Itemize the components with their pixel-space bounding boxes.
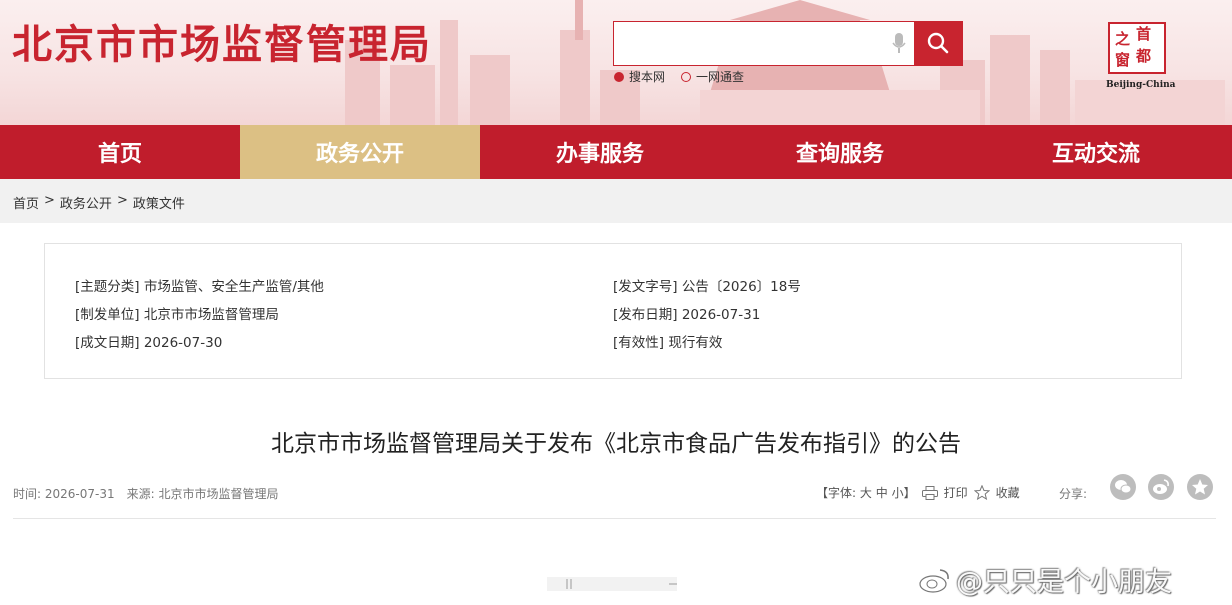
- meta-doc-number: [发文字号] 公告〔2026〕18号: [613, 279, 801, 295]
- star-icon[interactable]: [973, 485, 990, 500]
- weibo-share-icon[interactable]: [1148, 474, 1174, 500]
- logo-emblem: 之 首 都 窗: [1108, 22, 1166, 74]
- font-size-small[interactable]: 小: [892, 486, 904, 500]
- wechat-share-icon[interactable]: [1110, 474, 1136, 500]
- nav-item-government-affairs[interactable]: 政务公开: [240, 125, 480, 179]
- nav-item-home[interactable]: 首页: [0, 125, 240, 179]
- breadcrumb-separator: >: [116, 193, 128, 208]
- meta-validity: [有效性] 现行有效: [613, 335, 723, 351]
- article-tools: 【字体: 大 中 小】 打印 收藏: [816, 484, 1020, 501]
- breadcrumb-bar: 首页 > 政务公开 > 政策文件: [0, 179, 1232, 223]
- logo-char: 都: [1136, 47, 1152, 65]
- search-button[interactable]: [914, 21, 963, 66]
- search-box: [613, 21, 914, 66]
- share-label: 分享:: [1059, 487, 1088, 501]
- logo-char: 之: [1115, 30, 1131, 48]
- meta-topic: [主题分类] 市场监管、安全生产监管/其他: [75, 279, 324, 295]
- loading-indicator: [547, 577, 677, 591]
- capital-window-logo[interactable]: 之 首 都 窗 Beijing-China: [1106, 22, 1176, 94]
- radio-search-all[interactable]: 一网通查: [681, 68, 744, 85]
- logo-char: 窗: [1115, 51, 1131, 69]
- radio-unchecked-icon: [681, 71, 692, 82]
- font-size-medium[interactable]: 中: [876, 486, 888, 500]
- radio-label: 一网通查: [696, 70, 745, 84]
- search-input[interactable]: [614, 22, 884, 65]
- document-meta-box: [主题分类] 市场监管、安全生产监管/其他 [发文字号] 公告〔2026〕18号…: [44, 243, 1182, 379]
- search-scope: 搜本网 一网通查: [614, 68, 744, 85]
- nav-item-services[interactable]: 办事服务: [480, 125, 720, 179]
- weibo-watermark: @只只是个小朋友: [918, 560, 1172, 599]
- content-divider: [13, 518, 1216, 519]
- breadcrumb-policy-documents[interactable]: 政策文件: [133, 193, 185, 212]
- meta-publish-date: [发布日期] 2026-07-31: [613, 307, 761, 323]
- site-header: 北京市市场监督管理局 搜本网 一网通查 之 首 都 窗 Beijing-Chin…: [0, 0, 1232, 125]
- breadcrumb: 首页 > 政务公开 > 政策文件: [13, 193, 185, 212]
- font-size-bracket: 】: [903, 486, 916, 500]
- breadcrumb-government-affairs[interactable]: 政务公开: [60, 193, 112, 212]
- font-size-large[interactable]: 大: [860, 486, 872, 500]
- nav-item-interaction[interactable]: 互动交流: [960, 125, 1232, 179]
- breadcrumb-home[interactable]: 首页: [13, 193, 39, 212]
- qzone-share-icon[interactable]: [1187, 474, 1213, 500]
- watermark-text: @只只是个小朋友: [956, 567, 1172, 598]
- logo-subtitle: Beijing-China: [1106, 80, 1176, 90]
- logo-char: 首: [1136, 25, 1152, 43]
- meta-written-date: [成文日期] 2026-07-30: [75, 335, 223, 351]
- search-icon: [927, 32, 949, 54]
- main-nav: 首页 政务公开 办事服务 查询服务 互动交流: [0, 125, 1232, 179]
- article-source: 来源: 北京市市场监督管理局: [126, 487, 279, 501]
- radio-search-site[interactable]: 搜本网: [614, 68, 665, 85]
- article-time: 时间: 2026-07-31: [13, 487, 115, 501]
- favorite-button[interactable]: 收藏: [996, 484, 1020, 501]
- site-title[interactable]: 北京市市场监督管理局: [12, 12, 432, 70]
- printer-icon[interactable]: [921, 485, 938, 500]
- font-size-label: 【字体:: [816, 486, 857, 500]
- radio-label: 搜本网: [629, 70, 666, 84]
- weibo-logo-icon: [919, 568, 949, 593]
- article-info: 时间: 2026-07-31 来源: 北京市市场监督管理局: [13, 485, 278, 502]
- nav-item-query[interactable]: 查询服务: [720, 125, 960, 179]
- breadcrumb-separator: >: [44, 193, 55, 208]
- meta-issuer: [制发单位] 北京市市场监督管理局: [75, 307, 279, 323]
- font-size-control: 【字体: 大 中 小】: [816, 484, 916, 501]
- article-title: 北京市市场监督管理局关于发布《北京市食品广告发布指引》的公告: [271, 431, 961, 457]
- radio-checked-icon: [614, 71, 624, 82]
- microphone-icon[interactable]: [892, 33, 906, 55]
- print-button[interactable]: 打印: [944, 484, 968, 501]
